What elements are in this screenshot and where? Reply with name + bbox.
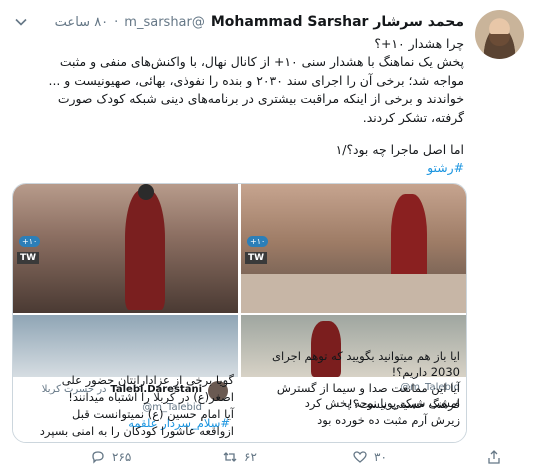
like-button[interactable]: ۳۰ xyxy=(352,449,387,465)
retweet-icon xyxy=(223,452,237,462)
quote-line: ازواقعه عاشورا کودکان را به امنی بسپرد xyxy=(39,424,234,438)
separator-dot: · xyxy=(114,14,119,30)
media-image-2[interactable]: +۱۰ TW xyxy=(241,184,466,313)
tweet-line: پخش یک نماهنگ با هشدار سنی ۱۰+ از کانال … xyxy=(59,54,464,70)
quote-line: گویا برخی از عزادارانتان حضور علی xyxy=(61,373,234,387)
quote-line: ایا باز هم میتوانید بگویید که توهم اجرای xyxy=(272,349,460,363)
tweet-line: خواندند و برخی از اینکه مراقبت بیشتری در… xyxy=(57,91,464,107)
reply-button[interactable]: ۲۶۵ xyxy=(90,449,131,465)
quote-line: فرهنگ حسینی نیست؟! xyxy=(348,397,460,411)
retweet-button[interactable]: ۶۲ xyxy=(222,449,257,465)
share-icon xyxy=(488,450,500,464)
tweet[interactable]: محمد سرشار Mohammad Sarshar @m_sarshar ·… xyxy=(0,0,536,475)
tweet-line: چرا هشدار ۱۰+؟ xyxy=(374,36,464,51)
quote-line: 2030 داریم؟! xyxy=(391,365,460,379)
age-rating-badge: +۱۰ xyxy=(19,236,41,247)
chevron-down-icon[interactable] xyxy=(14,14,28,28)
quote-line: اصغر(ع) در کربلا را اشتباه میدانند! xyxy=(68,390,234,404)
tweet-line: گرفته، تشکر کردند. xyxy=(362,109,464,125)
tweet-header: محمد سرشار Mohammad Sarshar @m_sarshar ·… xyxy=(55,13,464,31)
retweet-count: ۶۲ xyxy=(244,450,257,464)
tweet-time[interactable]: ۸۰ ساعت xyxy=(55,15,108,30)
channel-logo: TW xyxy=(245,252,268,264)
quote-line: زیرش آرم مثبت ده خورده بود xyxy=(317,413,460,427)
quote-right-text: ایا باز هم میتوانید بگویید که توهم اجرای… xyxy=(246,348,460,412)
tweet-text: چرا هشدار ۱۰+؟ پخش یک نماهنگ با هشدار سن… xyxy=(12,35,464,178)
channel-logo: TW xyxy=(17,252,40,264)
like-count: ۳۰ xyxy=(374,450,387,464)
author-handle[interactable]: @m_sarshar xyxy=(124,15,205,30)
tweet-actions: ۲۶۵ ۶۲ ۳۰ xyxy=(0,449,536,469)
tweet-line: مواجه شد؛ برخی آن را اجرای سند ۲۰۳۰ و بن… xyxy=(48,72,464,88)
quote-line: آیا این ممانعت صدا و سیما از گسترش xyxy=(276,381,460,395)
author-name[interactable]: محمد سرشار Mohammad Sarshar xyxy=(211,14,464,30)
heart-icon xyxy=(353,451,367,463)
age-rating-badge: +۱۰ xyxy=(247,236,269,247)
author-avatar[interactable] xyxy=(475,10,524,59)
hashtag-link[interactable]: #رشتو xyxy=(12,159,464,177)
reply-count: ۲۶۵ xyxy=(112,450,132,464)
media-image-1[interactable]: +۱۰ TW xyxy=(13,184,238,313)
tweet-question: اما اصل ماجرا چه بود؟/۱ xyxy=(335,142,464,158)
quote-left-text: گویا برخی از عزادارانتان حضور علی اصغر(ع… xyxy=(18,372,234,440)
reply-icon xyxy=(92,451,104,464)
quote-line: آیا امام حسین (ع) نمیتوانست قبل xyxy=(72,407,234,421)
share-button[interactable] xyxy=(486,449,502,465)
